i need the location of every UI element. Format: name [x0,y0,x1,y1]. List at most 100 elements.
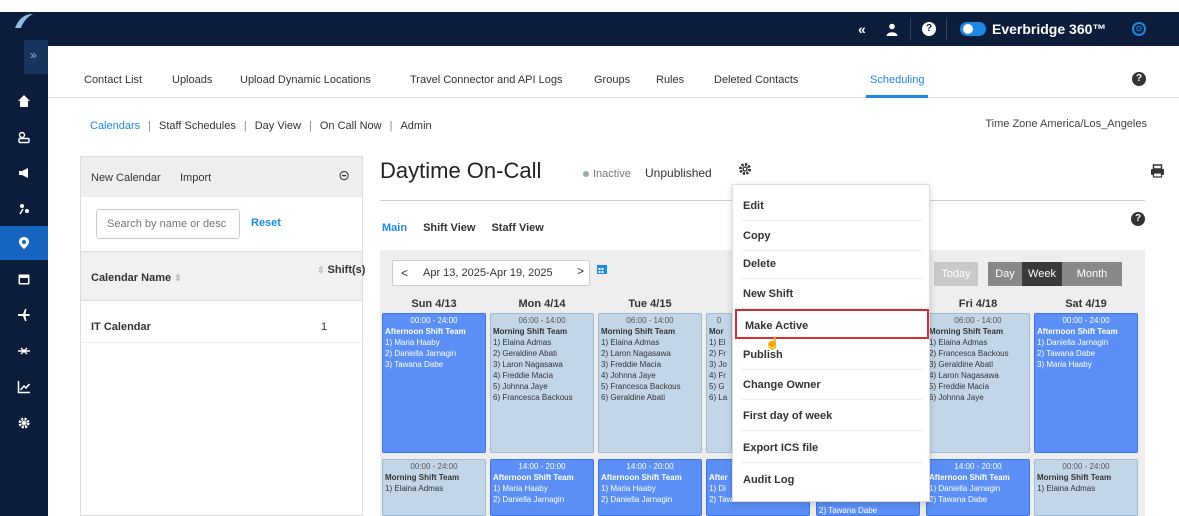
printer-icon[interactable] [1150,164,1165,181]
shift-person: 1) Daniella Jarnagin [929,484,1001,493]
shift-person: 3) Laron Nagasawa [493,360,563,369]
tab-staff-view[interactable]: Staff View [491,222,543,234]
next-week-icon[interactable]: > [577,264,584,278]
column-header-shifts-label: Shift(s) [327,264,366,276]
shift-block[interactable]: 06:00 - 14:00 Morning Shift Team 1) Elai… [490,313,594,453]
tab-scheduling[interactable]: Scheduling [870,74,924,86]
shift-block[interactable]: 00:00 - 24:00 Afternoon Shift Team 1) Ma… [382,313,486,453]
shift-block[interactable]: 06:00 - 14:00 Morning Shift Team 1) Elai… [598,313,702,453]
incidents-icon[interactable] [0,192,48,226]
week-button[interactable]: Week [1022,262,1062,286]
month-button[interactable]: Month [1062,262,1122,286]
reset-link[interactable]: Reset [251,217,281,229]
shift-team: Afternoon Shift Team [601,473,682,482]
menu-item-export-ics[interactable]: Export ICS file [741,433,923,463]
calendar-list-panel: New Calendar Import ⊝ Reset Calendar Nam… [80,156,365,516]
shift-person: 1) Elaina Admas [929,338,988,347]
shift-time: 14:00 - 20:00 [954,462,1002,471]
tab-contact-list[interactable]: Contact List [84,74,142,86]
shift-time: 00:00 - 24:00 [1062,316,1110,325]
sort-icon[interactable]: ⇕ [317,265,325,275]
date-range-picker[interactable]: < Apr 13, 2025-Apr 19, 2025 [392,260,590,286]
tab-main[interactable]: Main [382,222,407,234]
shift-block[interactable]: 06:00 - 14:00 Morning Shift Team 1) Elai… [926,313,1030,453]
shift-block[interactable]: 00:00 - 24:00 Afternoon Shift Team 1) Da… [1034,313,1138,453]
menu-item-copy[interactable]: Copy [741,221,923,251]
table-row[interactable]: IT Calendar 1 [81,313,362,343]
subnav-staff-schedules[interactable]: Staff Schedules [159,120,236,132]
menu-item-make-active[interactable]: Make Active [735,309,929,339]
subnav-on-call-now[interactable]: On Call Now [320,120,382,132]
new-calendar-link[interactable]: New Calendar [91,172,161,184]
menu-item-delete[interactable]: Delete [741,249,923,279]
subnav: Calendars | Staff Schedules | Day View | On Ca… [90,120,432,132]
menu-item-change-owner[interactable]: Change Owner [741,370,923,400]
day-header: Sat 4/19 [1065,298,1107,310]
menu-item-first-day-of-week[interactable]: First day of week [741,401,923,431]
menu-item-edit[interactable]: Edit [741,191,923,221]
tab-rules[interactable]: Rules [656,74,684,86]
shift-person: 1) Elaina Admas [493,338,552,347]
subnav-calendars[interactable]: Calendars [90,120,140,132]
broadcast-icon[interactable] [0,334,48,368]
subnav-day-view[interactable]: Day View [255,120,301,132]
tab-shift-view[interactable]: Shift View [423,222,475,234]
shift-block[interactable]: 00:00 - 24:00 Morning Shift Team 1) Elai… [1034,459,1138,516]
help-icon[interactable]: ? [1132,72,1146,86]
shift-person: 2) Fr [709,349,726,358]
everbridge-logo-icon[interactable] [12,12,36,32]
shift-block[interactable]: 14:00 - 20:00 Afternoon Shift Team 1) Ma… [490,459,594,516]
calendar-picker-icon[interactable] [596,263,608,278]
calendar-name-cell[interactable]: IT Calendar [91,321,151,333]
shift-person: 1) Maria Haaby [601,484,656,493]
search-input[interactable] [96,209,240,239]
user-icon[interactable] [886,12,898,46]
help-icon[interactable]: ? [922,12,936,46]
column-header-name[interactable]: Calendar Name ⇕ [91,272,182,284]
expand-rail-icon[interactable]: » [30,48,37,62]
info-icon[interactable]: ⊙ [1132,12,1146,46]
sort-icon[interactable]: ⇕ [174,273,182,283]
tab-deleted-contacts[interactable]: Deleted Contacts [714,74,798,86]
topbar-divider [910,18,911,40]
product-switcher[interactable]: Everbridge 360™ [960,12,1106,46]
menu-item-new-shift[interactable]: New Shift [741,279,923,309]
column-header-shifts[interactable]: ⇕ Shift(s) [317,264,365,276]
day-button[interactable]: Day [988,262,1022,286]
tab-groups[interactable]: Groups [594,74,630,86]
double-chevron-left-icon[interactable]: « [858,12,866,46]
calendar-icon[interactable] [0,262,48,296]
menu-item-audit-log[interactable]: Audit Log [741,465,923,495]
settings-icon[interactable] [0,406,48,440]
collapse-panel-icon[interactable]: ⊝ [338,167,350,184]
shift-block[interactable]: 14:00 - 20:00 Afternoon Shift Team 1) Da… [926,459,1030,516]
shift-person: 3) Geraldine Abati [929,360,994,369]
shift-block[interactable]: 00:00 - 24:00 Morning Shift Team 1) Elai… [382,459,486,516]
shift-time: 00:00 - 24:00 [410,316,458,325]
tab-upload-dynamic-locations[interactable]: Upload Dynamic Locations [240,74,371,86]
shift-block[interactable]: 14:00 - 20:00 Afternoon Shift Team 1) Ma… [598,459,702,516]
shift-block[interactable]: 0 Mor 1) El 2) Fr 3) Jo 4) Fr 5) G 6) La [706,313,732,453]
location-icon[interactable] [0,226,48,260]
shift-person: 2) Francesca Backous [929,349,1009,358]
tab-travel-connector[interactable]: Travel Connector and API Logs [410,74,562,86]
previous-week-icon[interactable]: < [401,266,408,280]
day-header: Tue 4/15 [628,298,672,310]
gear-icon[interactable] [738,162,752,181]
import-link[interactable]: Import [180,172,211,184]
help-icon[interactable]: ? [1131,212,1145,226]
shift-person: 2) Daniella Jarnagin [493,495,565,504]
shift-person: 2) Daniella Jarnagin [601,495,673,504]
plane-icon[interactable] [0,298,48,332]
megaphone-icon[interactable] [0,156,48,190]
subnav-admin[interactable]: Admin [400,120,431,132]
shift-count-cell: 1 [321,321,328,333]
contacts-icon[interactable] [0,120,48,154]
home-icon[interactable] [0,84,48,118]
toggle-switch[interactable] [960,22,986,36]
chart-icon[interactable] [0,370,48,404]
day-header: Sun 4/13 [411,298,457,310]
today-button[interactable]: Today [934,262,978,286]
shift-person: 5) G [709,382,725,391]
tab-uploads[interactable]: Uploads [172,74,212,86]
